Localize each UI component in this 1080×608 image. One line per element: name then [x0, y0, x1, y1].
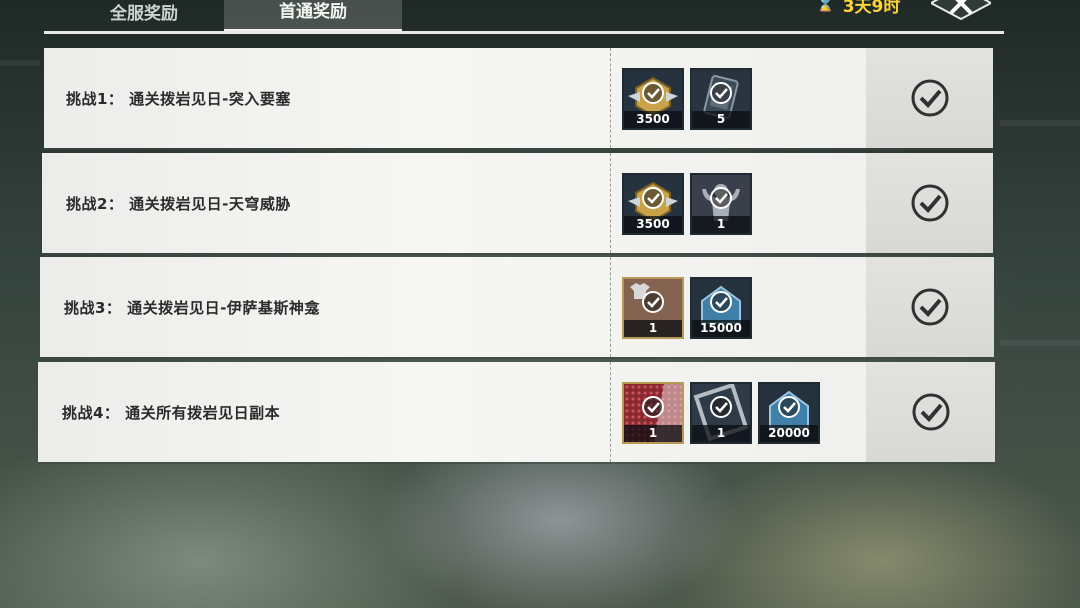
- reward-quantity: 1: [692, 216, 750, 233]
- challenge-label: 挑战4： 通关所有拨岩见日副本: [62, 403, 281, 422]
- claim-status[interactable]: [866, 362, 995, 462]
- row-divider: [610, 362, 611, 462]
- claimed-check-icon: [710, 187, 732, 209]
- claimed-check-icon: [642, 187, 664, 209]
- row-divider: [610, 257, 611, 357]
- reward-list: 1 1 20000: [622, 382, 820, 444]
- challenge-row: 挑战4： 通关所有拨岩见日副本 1 1 20000: [38, 362, 995, 462]
- reward-item[interactable]: 15000: [690, 277, 752, 339]
- timer-text: 3天9时: [842, 0, 901, 17]
- reward-item[interactable]: 5: [690, 68, 752, 130]
- completed-check-icon: [911, 288, 949, 326]
- challenge-label: 挑战1： 通关拨岩见日-突入要塞: [66, 89, 291, 108]
- reward-quantity: 1: [624, 320, 682, 337]
- reward-item[interactable]: 1: [622, 277, 684, 339]
- reward-list: 1 15000: [622, 277, 752, 339]
- completed-check-icon: [912, 393, 949, 431]
- background-stripe: [0, 60, 40, 66]
- header-divider: [44, 31, 1004, 34]
- challenge-label: 挑战2： 通关拨岩见日-天穹威胁: [66, 194, 291, 213]
- claimed-check-icon: [710, 396, 732, 418]
- hourglass-icon: ⌛: [816, 0, 835, 13]
- row-divider: [610, 153, 611, 253]
- claimed-check-icon: [710, 291, 732, 313]
- countdown-timer: ⌛ 3天9时: [816, 0, 901, 17]
- challenge-row: 挑战3： 通关拨岩见日-伊萨基斯神龛 1 15000: [40, 257, 994, 357]
- claimed-check-icon: [778, 396, 800, 418]
- reward-quantity: 20000: [760, 425, 818, 442]
- claimed-check-icon: [642, 396, 664, 418]
- reward-list: 3500 5: [622, 68, 752, 130]
- challenge-row: 挑战1： 通关拨岩见日-突入要塞 3500 5: [44, 48, 993, 148]
- reward-item[interactable]: 3500: [622, 173, 684, 235]
- challenge-label: 挑战3： 通关拨岩见日-伊萨基斯神龛: [64, 298, 320, 317]
- reward-item[interactable]: 1: [690, 382, 752, 444]
- reward-item[interactable]: 1: [690, 173, 752, 235]
- reward-quantity: 5: [692, 111, 750, 128]
- claimed-check-icon: [710, 82, 732, 104]
- reward-list: 3500 1: [622, 173, 752, 235]
- claim-status[interactable]: [866, 153, 993, 253]
- background-stripe: [1000, 120, 1080, 126]
- claimed-check-icon: [642, 291, 664, 313]
- reward-quantity: 3500: [624, 111, 682, 128]
- claim-status[interactable]: [866, 257, 994, 357]
- reward-quantity: 1: [692, 425, 750, 442]
- reward-item[interactable]: 20000: [758, 382, 820, 444]
- reward-item[interactable]: 1: [622, 382, 684, 444]
- tab-first-clear-rewards[interactable]: 首通奖励: [224, 0, 402, 32]
- claim-status[interactable]: [866, 48, 993, 148]
- row-divider: [610, 48, 611, 148]
- close-button[interactable]: [928, 0, 994, 24]
- tab-server-rewards[interactable]: 全服奖励: [55, 0, 233, 32]
- reward-quantity: 3500: [624, 216, 682, 233]
- reward-quantity: 1: [624, 425, 682, 442]
- background-stripe: [1000, 340, 1080, 346]
- reward-item[interactable]: 3500: [622, 68, 684, 130]
- challenge-row: 挑战2： 通关拨岩见日-天穹威胁 3500 1: [42, 153, 993, 253]
- reward-quantity: 15000: [692, 320, 750, 337]
- completed-check-icon: [911, 79, 948, 117]
- completed-check-icon: [911, 184, 948, 222]
- claimed-check-icon: [642, 82, 664, 104]
- close-x-icon: [931, 0, 991, 21]
